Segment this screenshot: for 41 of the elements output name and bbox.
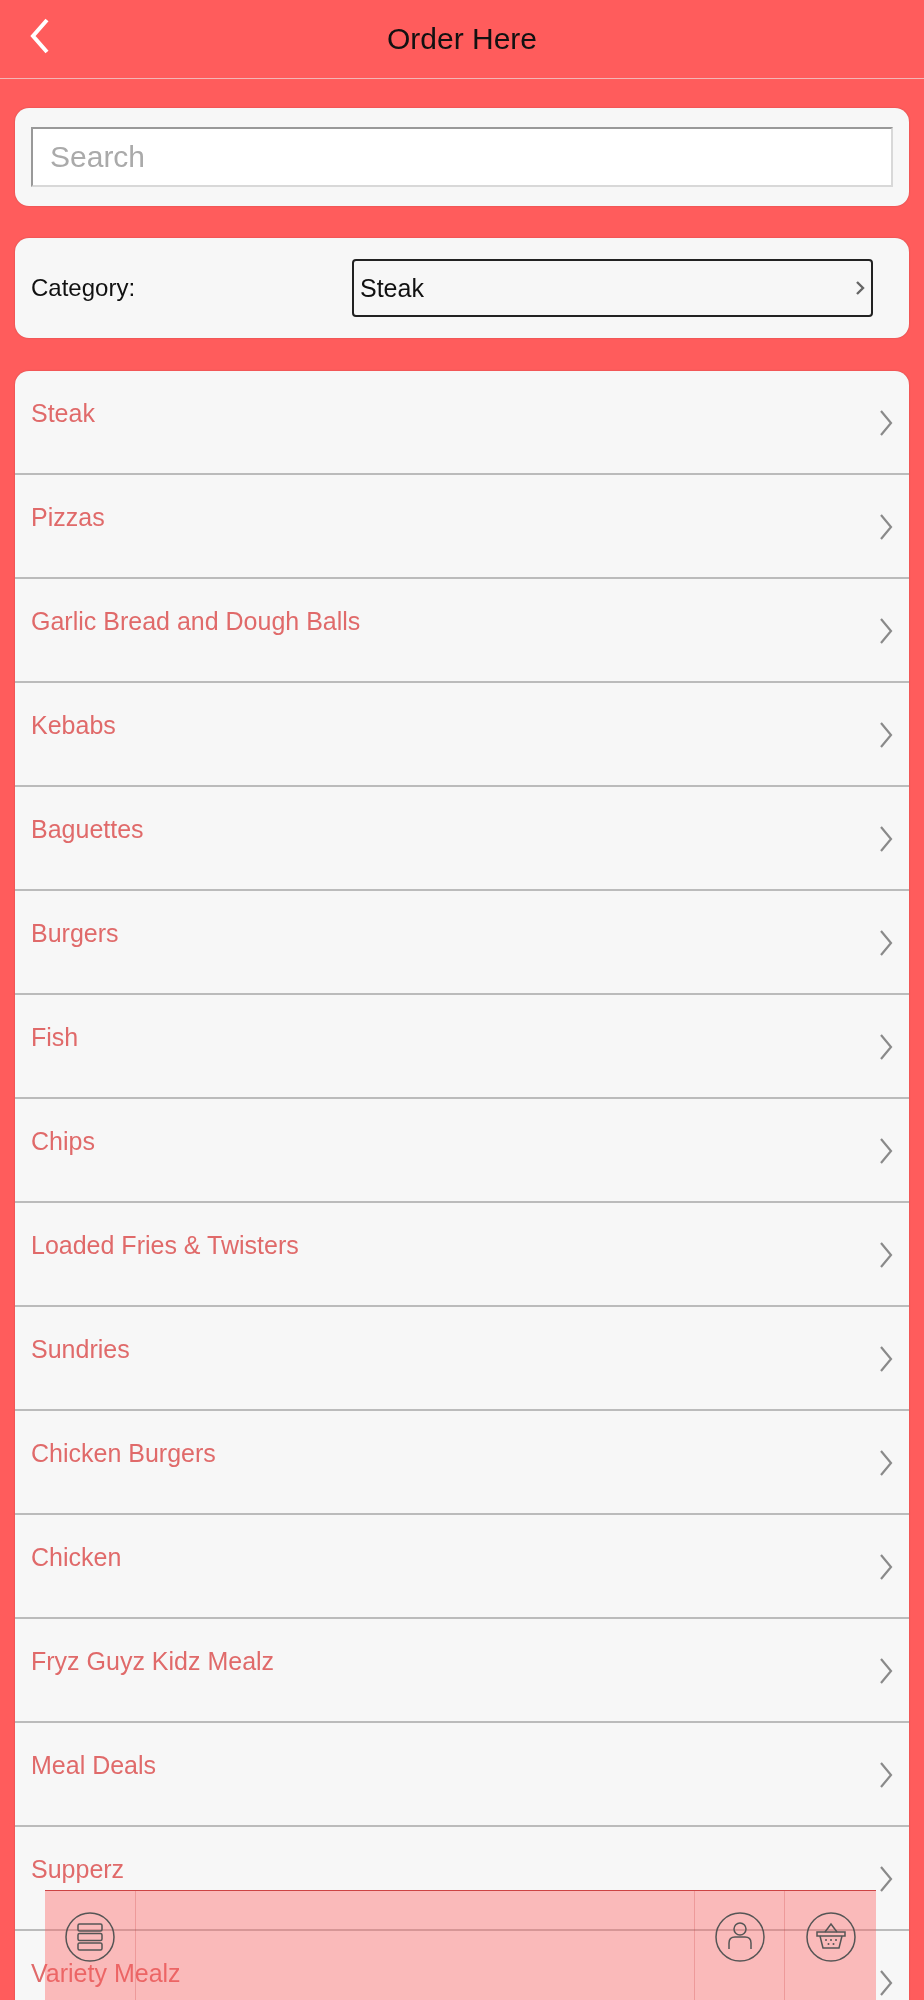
page-title: Order Here: [386, 22, 537, 56]
basket-icon: [804, 1911, 857, 1963]
chevron-icon: [879, 1969, 893, 1997]
chevron-icon: [879, 1553, 893, 1581]
chevron-icon: [879, 1657, 893, 1685]
list-item[interactable]: Chicken Burgers: [15, 1411, 909, 1515]
list-item[interactable]: Fish: [15, 995, 909, 1099]
list-item[interactable]: Sundries: [15, 1307, 909, 1411]
list-item[interactable]: Garlic Bread and Dough Balls: [15, 579, 909, 683]
list-item[interactable]: Steak: [15, 371, 909, 475]
category-label: Category:: [31, 274, 137, 302]
search-field[interactable]: Search: [31, 127, 893, 187]
list-item[interactable]: Supperz: [15, 1827, 909, 1931]
list-item[interactable]: Chips: [15, 1099, 909, 1203]
chevron-icon: [879, 1241, 893, 1269]
list-item[interactable]: Meal Deals: [15, 1723, 909, 1827]
list-item[interactable]: Fryz Guyz Kidz Mealz: [15, 1619, 909, 1723]
list-item[interactable]: Pizzas: [15, 475, 909, 579]
chevron-icon: [879, 721, 893, 749]
chevron-icon: [879, 825, 893, 853]
chevron-icon: [879, 617, 893, 645]
chevron-icon: [879, 409, 893, 437]
chevron-icon: [855, 280, 865, 296]
chevron-icon: [879, 513, 893, 541]
back-button[interactable]: [30, 18, 50, 54]
list-item[interactable]: Chicken: [15, 1515, 909, 1619]
chevron-icon: [879, 1033, 893, 1061]
chevron-icon: [879, 1449, 893, 1477]
list-item[interactable]: Kebabs: [15, 683, 909, 787]
list-item[interactable]: Baguettes: [15, 787, 909, 891]
category-select[interactable]: Steak: [352, 259, 873, 317]
person-icon: [713, 1911, 766, 1963]
list-item[interactable]: Loaded Fries & Twisters: [15, 1203, 909, 1307]
chevron-icon: [879, 1137, 893, 1165]
chevron-icon: [879, 1865, 893, 1893]
chevron-icon: [879, 929, 893, 957]
menu-icon: [64, 1911, 116, 1963]
account-button[interactable]: [694, 1891, 785, 2000]
chevron-icon: [879, 1761, 893, 1789]
chevron-icon: [879, 1345, 893, 1373]
list-item[interactable]: Burgers: [15, 891, 909, 995]
